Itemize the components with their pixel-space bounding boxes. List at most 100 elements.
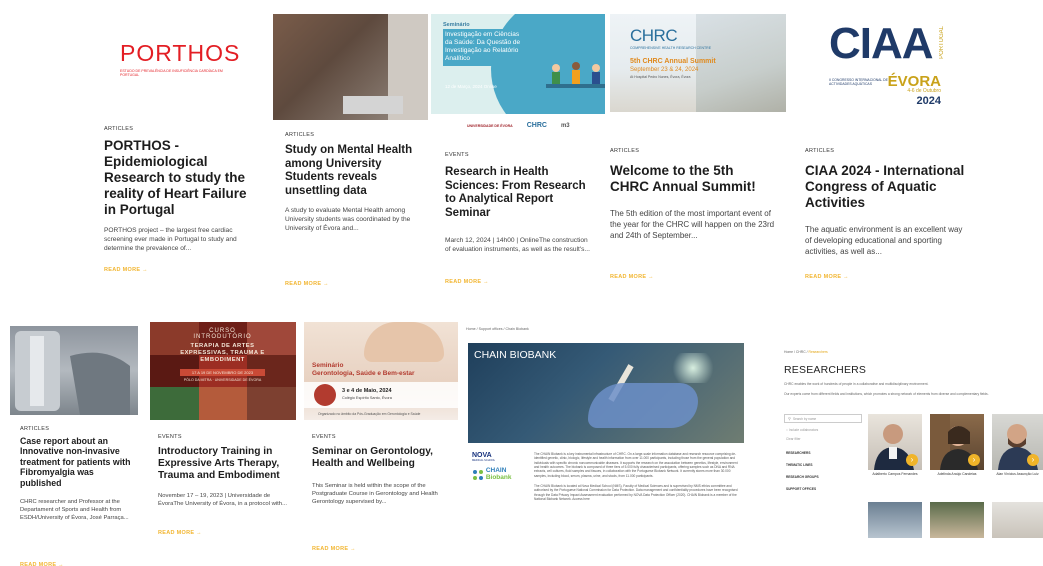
sidebar-item-support-offices[interactable]: SUPPORT OFFICES <box>784 487 862 491</box>
arrow-right-icon[interactable]: › <box>968 454 980 466</box>
hero-light <box>668 353 718 383</box>
news-card-fibromyalgia[interactable]: ARTICLES Case report about an Innovative… <box>10 326 140 566</box>
geron-banner-title: Gerontologia, Saúde e Bem-estar <box>312 370 415 377</box>
arts-overlay-date: 17 A 19 DE NOVEMBRO DE 2023 <box>180 368 265 376</box>
news-card-mental-health[interactable]: ARTICLES Study on Mental Health among Un… <box>273 14 428 304</box>
card-excerpt: CHRC researcher and Professor at the Dep… <box>20 499 129 521</box>
search-box[interactable]: ⚲ Search by name <box>784 414 862 423</box>
sidebar-item-thematic-lines[interactable]: THEMATIC LINES <box>784 463 862 467</box>
porthos-logo-word: PORTHOS <box>120 40 241 66</box>
search-input[interactable]: Search by name <box>793 417 816 421</box>
read-more-link[interactable]: READ MORE <box>20 562 64 566</box>
researcher-photo[interactable] <box>992 502 1043 538</box>
news-card-gerontology[interactable]: Seminário Gerontologia, Saúde e Bem-esta… <box>304 322 458 562</box>
card-title[interactable]: Introductory Training in Expressive Arts… <box>158 446 290 482</box>
biobank-page-preview[interactable]: Home / Support offices / Chain Biobank C… <box>464 326 746 556</box>
news-card-expressive-arts[interactable]: CURSO INTRODUTÓRIO TERAPIA DE ARTES EXPR… <box>150 322 296 562</box>
card-image-seminar-banner[interactable]: Seminário Investigação em Ciências da Sa… <box>431 14 605 114</box>
card-title[interactable]: Welcome to the 5th CHRC Annual Summit! <box>610 163 770 195</box>
news-card-chrc-summit[interactable]: CHRC COMPREHENSIVE HEALTH RESEARCH CENTR… <box>610 14 788 304</box>
researcher-card[interactable]: › Adalberto Campos Fernandes <box>868 414 922 476</box>
summit-chrc-sub: COMPREHENSIVE HEALTH RESEARCH CENTRE <box>630 46 712 50</box>
researcher-photo[interactable] <box>930 502 984 538</box>
card-title[interactable]: Case report about an Innovative non-inva… <box>20 436 132 488</box>
researcher-photo[interactable] <box>868 502 922 538</box>
news-card-ciaa[interactable]: CIAA PORTUGAL II CONGRESSO INTERNACIONAL… <box>800 14 1000 304</box>
geron-venue: Colégio Espírito Santo, Évora <box>342 396 392 400</box>
arts-overlay-venue: PÓLO DA MITRA · UNIVERSIDADE DE ÉVORA <box>183 377 262 382</box>
card-title[interactable]: CIAA 2024 - International Congress of Aq… <box>805 163 975 211</box>
sidebar-item-researchers[interactable]: RESEARCHERS <box>784 451 862 455</box>
card-category: ARTICLES <box>20 426 50 432</box>
researcher-name[interactable]: Adelinda Araújo Candeias <box>930 472 984 476</box>
page-title: RESEARCHERS <box>784 364 867 376</box>
sidebar-menu: RESEARCHERS THEMATIC LINES RESEARCH GROU… <box>784 451 862 491</box>
card-title[interactable]: Seminar on Gerontology, Health and Wellb… <box>312 446 452 470</box>
researcher-card[interactable] <box>992 502 1043 538</box>
card-title[interactable]: Research in Health Sciences: From Resear… <box>445 166 595 220</box>
biobank-description-1: The CHAIN Biobank is a key instrumental … <box>534 452 738 478</box>
researcher-card[interactable]: › Alan Vinícius Assunção Luiz <box>992 414 1043 476</box>
arrow-right-icon[interactable]: › <box>1027 454 1039 466</box>
card-category: ARTICLES <box>610 148 640 154</box>
card-excerpt: A study to evaluate Mental Health among … <box>285 207 411 233</box>
ciaa-logo-year: 2024 <box>916 95 941 107</box>
chain-biobank-logo: CHAIN Biobank <box>472 467 511 481</box>
biobank-description-2: The CHAIN Biobank is located at Nova Med… <box>534 484 738 501</box>
geron-organiser: Organizado no âmbito da Pós-Graduação em… <box>318 412 421 416</box>
geron-date: 3 e 4 de Maio, 2024 <box>342 388 392 394</box>
biobank-hero-title: CHAIN BIOBANK <box>474 349 557 361</box>
card-image-arts-course[interactable]: CURSO INTRODUTÓRIO TERAPIA DE ARTES EXPR… <box>150 322 296 420</box>
include-collaborators-toggle[interactable]: ○ Include collaborators <box>784 428 862 432</box>
card-title[interactable]: PORTHOS - Epidemiological Research to st… <box>104 138 254 218</box>
card-image-stressed-student[interactable] <box>273 14 428 120</box>
arrow-right-icon[interactable]: › <box>906 454 918 466</box>
researcher-photo[interactable]: › <box>930 414 984 470</box>
researcher-photo[interactable]: › <box>868 414 922 470</box>
researcher-photo[interactable]: › <box>992 414 1043 470</box>
arts-overlay-title: TERAPIA DE ARTES EXPRESSIVAS, TRAUMA E E… <box>180 343 265 364</box>
sidebar-item-research-groups[interactable]: RESEARCH GROUPS <box>784 475 862 479</box>
read-more-link[interactable]: READ MORE <box>805 274 849 280</box>
read-more-link[interactable]: READ MORE <box>104 267 148 273</box>
read-more-link[interactable]: READ MORE <box>312 546 356 552</box>
news-card-research-seminar[interactable]: Seminário Investigação em Ciências da Sa… <box>431 14 605 304</box>
logo-m3: m3 <box>560 122 570 129</box>
card-category: ARTICLES <box>104 126 134 132</box>
card-image-summit[interactable]: CHRC COMPREHENSIVE HEALTH RESEARCH CENTR… <box>610 14 786 112</box>
porthos-logo: PORTHOS ESTUDO DE PREVALÊNCIA DE INSUFIC… <box>120 40 241 80</box>
read-more-link[interactable]: READ MORE <box>445 279 489 285</box>
researchers-page-preview[interactable]: Home / CHRC / Researchers RESEARCHERS CH… <box>782 348 1043 558</box>
card-excerpt: The 5th edition of the most important ev… <box>610 209 775 241</box>
porthos-logo-sub: ESTUDO DE PREVALÊNCIA DE INSUFICIÊNCIA C… <box>120 69 223 78</box>
biobank-hero: CHAIN BIOBANK <box>468 343 744 443</box>
summit-title: 5th CHRC Annual Summit <box>630 58 716 65</box>
researcher-name[interactable]: Alan Vinícius Assunção Luiz <box>992 472 1043 476</box>
card-image-gerontology[interactable]: Seminário Gerontologia, Saúde e Bem-esta… <box>304 322 458 420</box>
card-excerpt: This Seminar is held within the scope of… <box>312 483 438 506</box>
card-image-patient[interactable] <box>10 326 138 415</box>
researcher-name[interactable]: Adalberto Campos Fernandes <box>868 472 922 476</box>
read-more-link[interactable]: READ MORE <box>610 274 654 280</box>
breadcrumb[interactable]: Home / Support offices / Chain Biobank <box>466 327 529 331</box>
researcher-card[interactable]: › Adelinda Araújo Candeias <box>930 414 984 476</box>
banner-label: Seminário <box>443 22 470 28</box>
image-hands <box>364 322 444 362</box>
banner-people-illustration <box>546 62 605 88</box>
clear-filter-link[interactable]: Clear filter <box>784 437 862 441</box>
read-more-link[interactable]: READ MORE <box>158 530 202 536</box>
ciaa-logo-text: CIAA <box>829 19 934 68</box>
researcher-card[interactable] <box>868 502 922 538</box>
researcher-card[interactable] <box>930 502 984 538</box>
ciaa-logo[interactable]: CIAA PORTUGAL II CONGRESSO INTERNACIONAL… <box>829 19 947 107</box>
summit-venue: At Hospital Pedro Nunes, Évora, Évora <box>630 75 691 79</box>
read-more-link[interactable]: READ MORE <box>285 281 329 287</box>
breadcrumb-chrc[interactable]: CHRC <box>796 350 806 354</box>
nova-logo-sub: MEDICAL SCHOOL <box>472 459 496 462</box>
news-card-porthos[interactable]: PORTHOS ESTUDO DE PREVALÊNCIA DE INSUFIC… <box>86 14 266 304</box>
card-category: ARTICLES <box>805 148 835 154</box>
card-title[interactable]: Study on Mental Health among University … <box>285 144 423 198</box>
researchers-sidebar: ⚲ Search by name ○ Include collaborators… <box>784 414 862 499</box>
breadcrumb-home[interactable]: Home <box>784 350 793 354</box>
breadcrumb-current: Researchers <box>808 350 828 354</box>
